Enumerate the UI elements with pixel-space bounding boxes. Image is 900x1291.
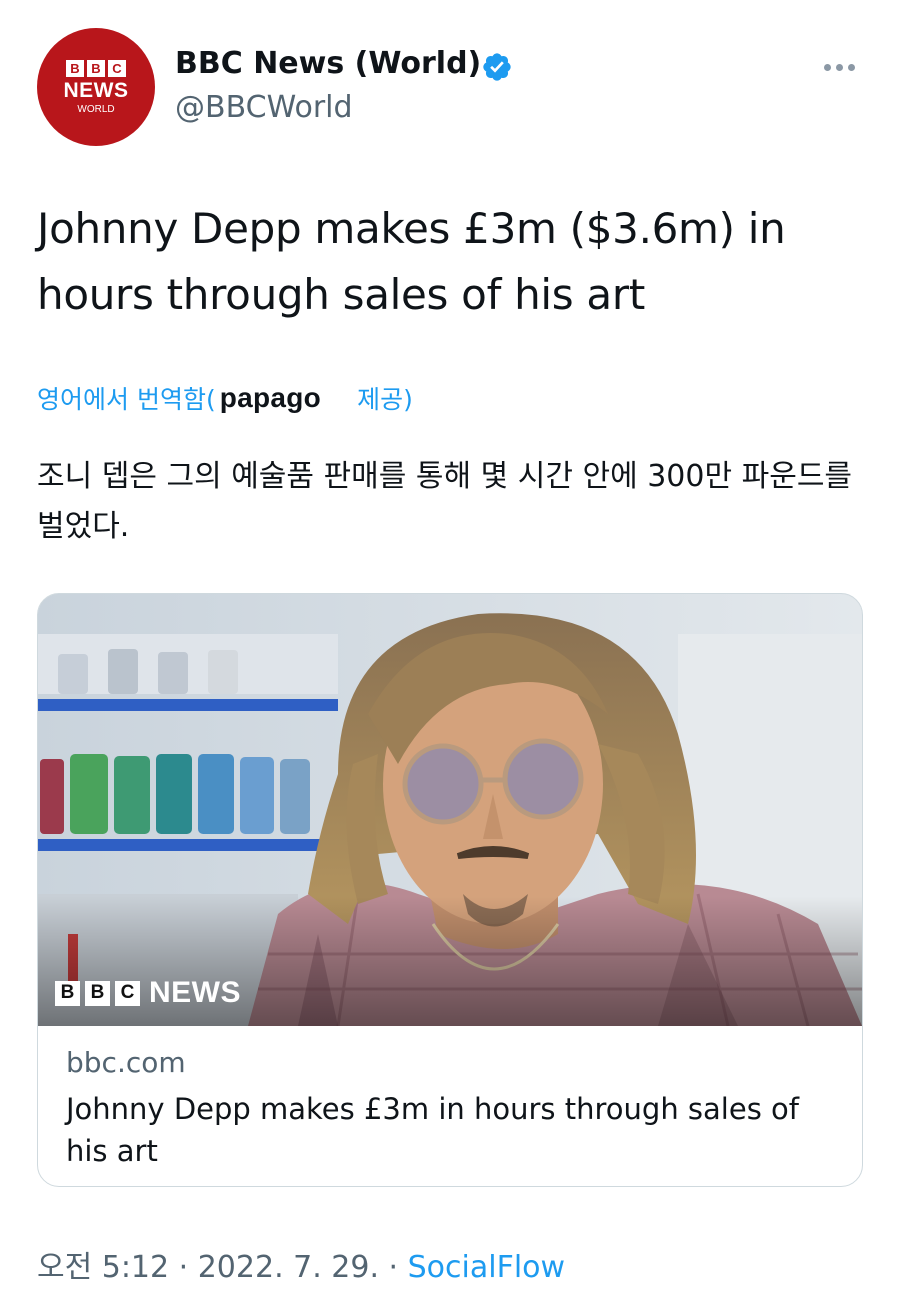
link-card[interactable]: B B C NEWS bbc.com Johnny Depp makes £3m… bbox=[37, 593, 863, 1187]
avatar-block: B bbox=[66, 59, 84, 77]
card-photo bbox=[38, 594, 862, 1026]
avatar-block: C bbox=[108, 59, 126, 77]
avatar-world-text: WORLD bbox=[77, 103, 115, 115]
dot bbox=[824, 63, 831, 71]
tweet-text: Johnny Depp makes £3m ($3.6m) in hours t… bbox=[37, 204, 786, 319]
tweet-time[interactable]: 오전 5:12 bbox=[37, 1250, 169, 1285]
dot bbox=[836, 63, 843, 71]
bbc-news-watermark: B B C NEWS bbox=[55, 976, 241, 1010]
avatar[interactable]: B B C NEWS WORLD bbox=[37, 28, 155, 146]
card-image: B B C NEWS bbox=[38, 594, 862, 1026]
separator: · bbox=[169, 1250, 198, 1285]
card-title: Johnny Depp makes £3m in hours through s… bbox=[66, 1092, 799, 1168]
tweet-metadata: 오전 5:12 · 2022. 7. 29. · SocialFlow bbox=[37, 1242, 565, 1286]
separator: · bbox=[379, 1250, 408, 1285]
watermark-block: B bbox=[85, 980, 110, 1006]
avatar-logo-blocks: B B C bbox=[66, 59, 126, 77]
dot bbox=[848, 63, 855, 71]
display-name[interactable]: BBC News (World) bbox=[175, 46, 481, 81]
tweet-date[interactable]: 2022. 7. 29. bbox=[198, 1250, 379, 1285]
watermark-news: NEWS bbox=[149, 976, 241, 1009]
translation-prefix: 영어에서 번역함( bbox=[37, 385, 216, 414]
translation-attribution[interactable]: 영어에서 번역함( papago 제공) bbox=[37, 376, 413, 420]
tweet-source[interactable]: SocialFlow bbox=[408, 1250, 565, 1285]
papago-logo: papago bbox=[219, 382, 322, 413]
verified-badge-icon bbox=[483, 53, 511, 81]
translation-suffix: 제공) bbox=[357, 385, 413, 414]
avatar-news-text: NEWS bbox=[63, 78, 129, 102]
translated-text: 조니 뎁은 그의 예술품 판매를 통해 몇 시간 안에 300만 파운드를 벌었… bbox=[37, 459, 853, 544]
avatar-block: B bbox=[87, 59, 105, 77]
watermark-block: C bbox=[115, 980, 140, 1006]
card-domain: bbc.com bbox=[66, 1046, 186, 1079]
more-options-icon[interactable] bbox=[824, 60, 860, 74]
handle[interactable]: @BBCWorld bbox=[175, 90, 353, 125]
watermark-block: B bbox=[55, 980, 80, 1006]
